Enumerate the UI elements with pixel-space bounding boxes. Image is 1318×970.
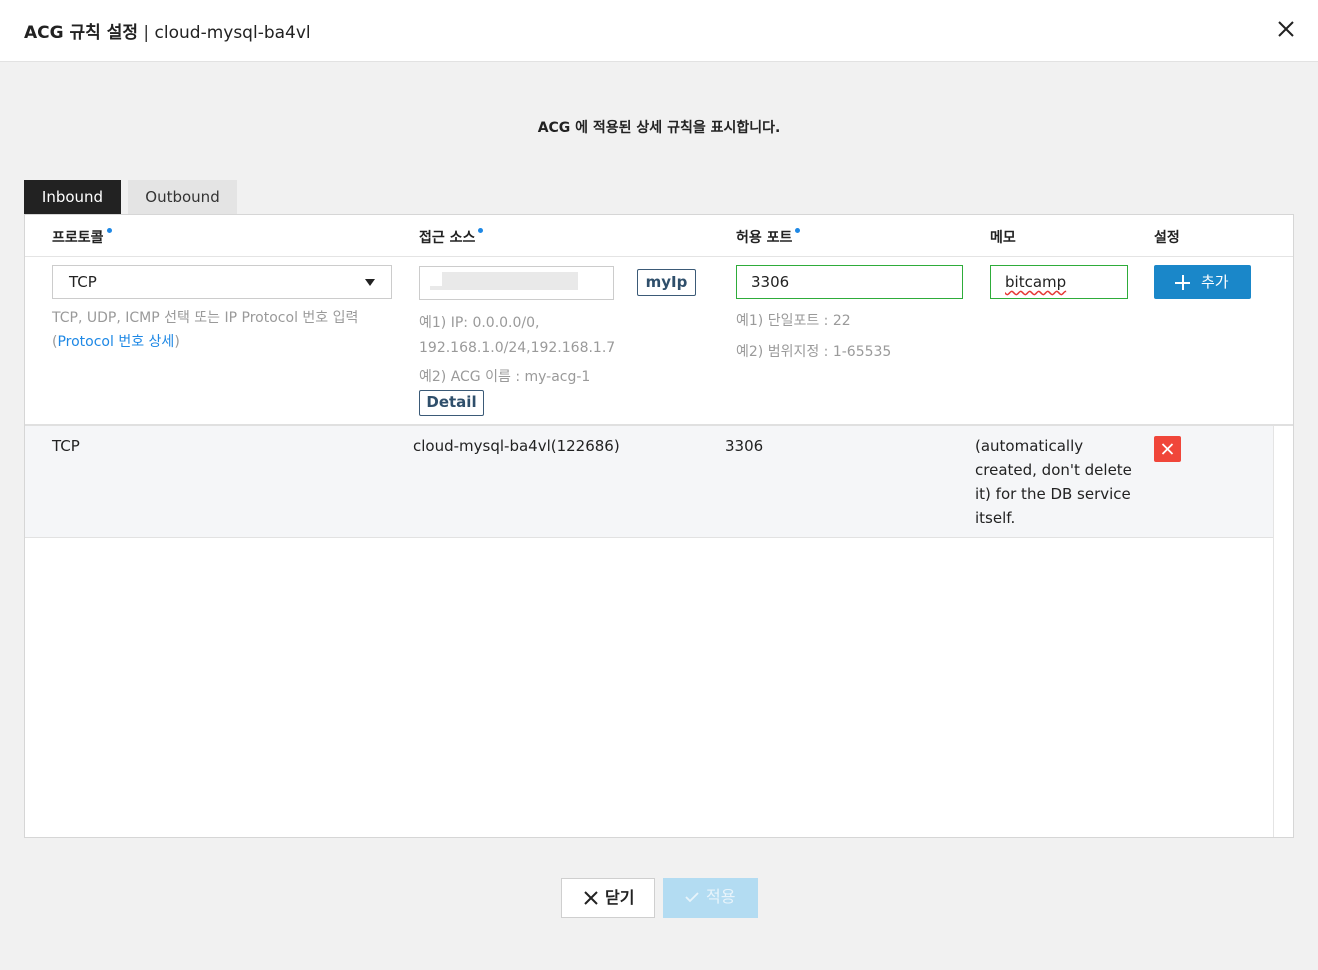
rules-panel: 프로토콜 접근 소스 허용 포트 메모 설정 TCP TCP, UDP, ICM…	[24, 214, 1294, 838]
add-rule-button-label: 추가	[1201, 273, 1229, 291]
column-header-port: 허용 포트	[736, 227, 801, 247]
rule-memo-line: created, don't delete	[975, 461, 1132, 479]
memo-input[interactable]: bitcamp	[990, 265, 1128, 299]
plus-icon	[1175, 275, 1190, 290]
dialog-description: ACG 에 적용된 상세 규칙을 표시합니다.	[537, 120, 781, 136]
dialog-title-separator: |	[137, 23, 155, 43]
port-hint-line2: 예2) 범위지정 : 1-65535	[736, 344, 892, 360]
port-hint-line1: 예1) 단일포트 : 22	[736, 313, 851, 329]
detail-button[interactable]: Detail	[419, 390, 484, 416]
source-hint: 예1) IP: 0.0.0.0/0, 192.168.1.0/24,192.16…	[419, 311, 615, 390]
delete-rule-button[interactable]	[1154, 436, 1181, 462]
close-x-icon	[584, 891, 598, 905]
apply-button[interactable]: 적용	[663, 878, 758, 918]
column-header-memo: 메모	[990, 230, 1016, 246]
protocol-select-value: TCP	[69, 273, 97, 291]
rule-port: 3306	[725, 437, 764, 455]
column-header-port-label: 허용 포트	[736, 230, 793, 246]
dialog-header: ACG 규칙 설정 | cloud-mysql-ba4vl	[0, 0, 1318, 62]
rule-memo-line: it) for the DB service	[975, 485, 1131, 503]
dialog-title-acg-name: cloud-mysql-ba4vl	[154, 23, 311, 43]
source-hint-line2: 192.168.1.0/24,192.168.1.7	[419, 340, 616, 356]
dialog-title: ACG 규칙 설정 | cloud-mysql-ba4vl	[24, 18, 311, 43]
rule-memo-line: (automatically	[975, 437, 1084, 455]
rules-list: TCP cloud-mysql-ba4vl(122686) 3306 (auto…	[25, 426, 1273, 837]
source-input[interactable]	[419, 266, 614, 300]
port-input[interactable]: 3306	[736, 265, 963, 299]
protocol-hint-link-line: (Protocol 번호 상세)	[52, 330, 358, 354]
delete-x-icon	[1161, 443, 1174, 455]
port-input-value: 3306	[751, 273, 790, 291]
redacted-source-value-fragment	[430, 286, 444, 290]
tab-outbound[interactable]: Outbound	[128, 180, 237, 214]
check-icon	[685, 892, 699, 903]
required-dot-icon	[106, 228, 112, 233]
port-hint: 예1) 단일포트 : 22 예2) 범위지정 : 1-65535	[736, 306, 891, 368]
close-icon[interactable]	[1276, 19, 1296, 39]
column-header-source-label: 접근 소스	[419, 230, 476, 246]
protocol-hint: TCP, UDP, ICMP 선택 또는 IP Protocol 번호 입력 (…	[52, 306, 358, 354]
tab-inbound[interactable]: Inbound	[24, 180, 121, 214]
required-dot-icon	[795, 228, 801, 233]
apply-button-label: 적용	[706, 887, 736, 906]
rule-memo-line: itself.	[975, 509, 1016, 527]
memo-input-value: bitcamp	[1005, 273, 1067, 291]
source-hint-line1: 예1) IP: 0.0.0.0/0,	[419, 315, 540, 331]
rule-source: cloud-mysql-ba4vl(122686)	[413, 437, 620, 455]
protocol-number-detail-link[interactable]: Protocol 번호 상세	[57, 334, 174, 350]
dropdown-caret-icon	[365, 279, 375, 286]
protocol-hint-paren-close: )	[174, 334, 180, 350]
redacted-source-value	[442, 272, 578, 290]
dialog-title-main: ACG 규칙 설정	[24, 23, 138, 43]
required-dot-icon	[478, 228, 484, 233]
rule-memo: (automatically created, don't delete it)…	[975, 434, 1132, 530]
column-header-protocol: 프로토콜	[52, 227, 112, 247]
column-header-protocol-label: 프로토콜	[52, 230, 104, 246]
scrollbar[interactable]	[1273, 426, 1293, 837]
close-button-label: 닫기	[605, 888, 635, 907]
add-rule-button[interactable]: 추가	[1154, 265, 1251, 299]
column-header-source: 접근 소스	[419, 227, 484, 247]
rule-protocol: TCP	[52, 437, 80, 455]
protocol-select[interactable]: TCP	[52, 265, 392, 299]
header-divider	[25, 256, 1293, 257]
protocol-hint-text: TCP, UDP, ICMP 선택 또는 IP Protocol 번호 입력	[52, 310, 359, 326]
source-hint-line3: 예2) ACG 이름 : my-acg-1	[419, 369, 591, 385]
close-button[interactable]: 닫기	[561, 878, 655, 918]
myip-button[interactable]: myIp	[637, 269, 696, 296]
column-header-settings: 설정	[1154, 230, 1180, 246]
table-row: TCP cloud-mysql-ba4vl(122686) 3306 (auto…	[25, 426, 1273, 538]
